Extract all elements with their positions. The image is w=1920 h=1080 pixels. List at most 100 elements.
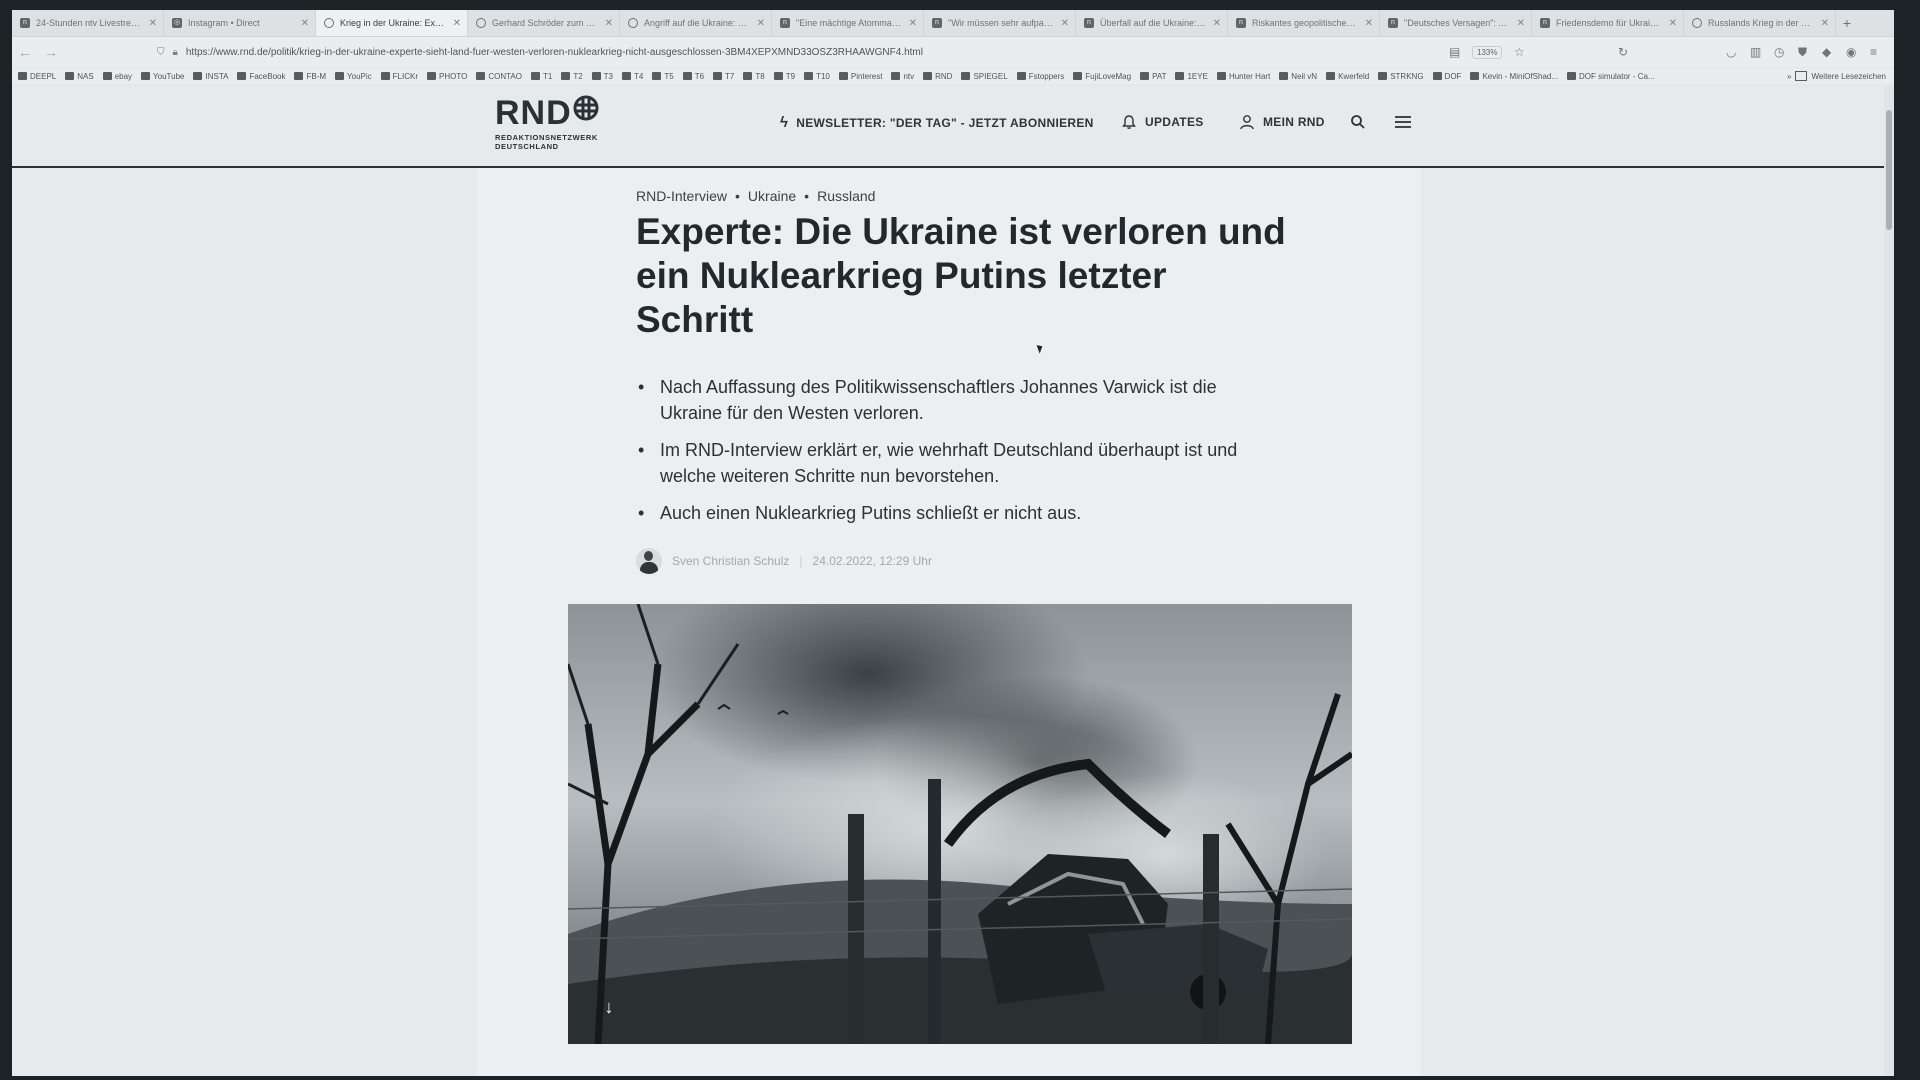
bookmark-photo[interactable]: PHOTO bbox=[427, 72, 467, 81]
tab-geopolitisch[interactable]: n Riskantes geopolitisches Sp ✕ bbox=[1228, 10, 1380, 36]
bookmark-t6[interactable]: T6 bbox=[682, 72, 704, 81]
rnd-logo[interactable]: RND REDAKTIONSNETZWERK DEUTSCHLAND bbox=[495, 94, 599, 151]
tab-ntv-livestream[interactable]: n 24-Stunden ntv Livestream ✕ bbox=[12, 10, 164, 36]
article-hero-image[interactable]: ↓ bbox=[568, 604, 1352, 1044]
history-icon[interactable]: ◷ bbox=[1774, 45, 1784, 59]
bookmark-facebook[interactable]: FaceBook bbox=[237, 72, 285, 81]
bookmark-fb-m[interactable]: FB-M bbox=[294, 72, 326, 81]
bookmark-icon bbox=[102, 72, 112, 80]
reload-icon[interactable]: ↻ bbox=[1618, 45, 1628, 59]
extension-shield-icon[interactable]: ⛊ bbox=[1798, 45, 1807, 60]
page-scrollbar[interactable] bbox=[1884, 86, 1894, 1076]
tab-atommacht[interactable]: n "Eine mächtige Atommacht" ✕ bbox=[772, 10, 924, 36]
pocket-icon[interactable]: ◡ bbox=[1726, 45, 1736, 59]
more-bookmarks-button[interactable]: » Weitere Lesezeichen bbox=[1780, 68, 1886, 84]
close-icon[interactable]: ✕ bbox=[605, 18, 613, 29]
lock-icon[interactable]: 🔒︎ bbox=[173, 47, 178, 58]
close-icon[interactable]: ✕ bbox=[1365, 18, 1373, 29]
bookmark-ebay[interactable]: ebay bbox=[102, 72, 132, 81]
tab-krieg-ukraine-experte[interactable]: Krieg in der Ukraine: Experte ✕ bbox=[316, 10, 468, 36]
forward-arrow-icon[interactable]: → bbox=[38, 44, 64, 60]
close-icon[interactable]: ✕ bbox=[1061, 18, 1069, 29]
bookmark-strkng[interactable]: STRKNG bbox=[1378, 72, 1424, 81]
user-icon bbox=[1240, 115, 1254, 130]
updates-link[interactable]: UPDATES bbox=[1121, 114, 1204, 130]
breadcrumb-ukraine[interactable]: Ukraine bbox=[748, 188, 796, 204]
bookmark-kwerfeld[interactable]: Kwerfeld bbox=[1326, 72, 1369, 81]
search-button[interactable] bbox=[1350, 114, 1366, 130]
scrollbar-thumb[interactable] bbox=[1886, 110, 1892, 230]
close-icon[interactable]: ✕ bbox=[149, 18, 157, 29]
bookmark-t10[interactable]: T10 bbox=[804, 72, 830, 81]
tab-angriff-ukraine[interactable]: Angriff auf die Ukraine: erste ✕ bbox=[620, 10, 772, 36]
bookmark-neil-vn[interactable]: Neil vN bbox=[1279, 72, 1317, 81]
bookmark-1eye[interactable]: 1EYE bbox=[1175, 72, 1208, 81]
extension-icon[interactable]: ◆ bbox=[1822, 45, 1831, 59]
breadcrumb-rnd-interview[interactable]: RND-Interview bbox=[636, 188, 727, 204]
tab-aufpassen[interactable]: n "Wir müssen sehr aufpassen" ✕ bbox=[924, 10, 1076, 36]
bell-icon bbox=[1122, 115, 1136, 129]
reader-view-icon[interactable]: ▤ bbox=[1449, 45, 1460, 59]
close-icon[interactable]: ✕ bbox=[301, 18, 309, 29]
bookmark-t5[interactable]: T5 bbox=[652, 72, 674, 81]
url-bar[interactable]: ⛉ 🔒︎ https://www.rnd.de/politik/krieg-in… bbox=[157, 42, 1487, 62]
logo-text: RND bbox=[495, 94, 572, 132]
bookmark-t1[interactable]: T1 bbox=[530, 72, 552, 81]
bookmark-rnd[interactable]: RND bbox=[923, 72, 952, 81]
author-avatar[interactable] bbox=[636, 548, 662, 574]
close-icon[interactable]: ✕ bbox=[1821, 18, 1829, 29]
back-arrow-icon[interactable]: ← bbox=[12, 44, 38, 60]
bookmark-fujilovemag[interactable]: FujiLoveMag bbox=[1073, 72, 1131, 81]
bookmark-pat[interactable]: PAT bbox=[1140, 72, 1166, 81]
bookmark-icon bbox=[476, 72, 486, 80]
newsletter-link[interactable]: ϟ NEWSLETTER: "DER TAG" - JETZT ABONNIER… bbox=[780, 114, 1094, 131]
mein-rnd-link[interactable]: MEIN RND bbox=[1239, 114, 1325, 130]
menu-button[interactable] bbox=[1394, 114, 1412, 130]
bookmark-t7[interactable]: T7 bbox=[713, 72, 734, 81]
close-icon[interactable]: ✕ bbox=[1213, 18, 1221, 29]
bookmark-pinterest[interactable]: Pinterest bbox=[838, 72, 882, 81]
account-icon[interactable]: ◉ bbox=[1846, 45, 1856, 59]
bookmark-deepl[interactable]: DEEPL bbox=[18, 72, 56, 81]
bookmark-youtube[interactable]: YouTube bbox=[141, 72, 184, 81]
bookmark-t4[interactable]: T4 bbox=[622, 72, 643, 81]
bookmark-flickr[interactable]: FLICKr bbox=[380, 72, 418, 81]
close-icon[interactable]: ✕ bbox=[757, 18, 765, 29]
tab-russlands-krieg[interactable]: Russlands Krieg in der Ukrai ✕ bbox=[1684, 10, 1836, 36]
sidebar-icon[interactable]: ▥ bbox=[1750, 45, 1761, 59]
bookmark-kevin[interactable]: Kevin - MiniOfShad... bbox=[1470, 72, 1558, 81]
author-name[interactable]: Sven Christian Schulz bbox=[672, 554, 789, 568]
logo-subtitle-2: DEUTSCHLAND bbox=[495, 142, 559, 151]
bookmark-dof-simulator[interactable]: DOF simulator - Ca... bbox=[1567, 72, 1655, 81]
close-icon[interactable]: ✕ bbox=[1517, 18, 1525, 29]
bookmark-nas[interactable]: NAS bbox=[65, 72, 94, 81]
close-icon[interactable]: ✕ bbox=[453, 18, 461, 29]
tab-ueberfall[interactable]: n Überfall auf die Ukraine: Jet ✕ bbox=[1076, 10, 1228, 36]
new-tab-button[interactable]: + bbox=[1836, 10, 1858, 36]
zoom-level-badge[interactable]: 133% bbox=[1472, 46, 1503, 59]
shield-icon[interactable]: ⛉ bbox=[157, 47, 165, 58]
close-icon[interactable]: ✕ bbox=[909, 18, 917, 29]
scroll-down-arrow-icon[interactable]: ↓ bbox=[598, 996, 620, 1018]
bookmark-t3[interactable]: T3 bbox=[591, 72, 613, 81]
bookmark-fstoppers[interactable]: Fstoppers bbox=[1016, 72, 1064, 81]
tab-schroeder[interactable]: Gerhard Schröder zum Russ... ✕ bbox=[468, 10, 620, 36]
bookmark-dof[interactable]: DOF bbox=[1432, 72, 1461, 81]
menu-icon[interactable]: ≡ bbox=[1870, 45, 1877, 59]
bookmark-hunter-hart[interactable]: Hunter Hart bbox=[1216, 72, 1270, 81]
bookmark-insta[interactable]: INSTA bbox=[193, 72, 228, 81]
bookmark-spiegel[interactable]: SPIEGEL bbox=[961, 72, 1008, 81]
bookmark-contao[interactable]: CONTAO bbox=[476, 72, 522, 81]
bookmark-t2[interactable]: T2 bbox=[561, 72, 583, 81]
bookmark-ntv[interactable]: ntv bbox=[891, 72, 914, 81]
bookmark-youpic[interactable]: YouPic bbox=[335, 72, 372, 81]
bookmark-star-icon[interactable]: ☆ bbox=[1514, 45, 1525, 59]
tab-instagram[interactable]: ◎ Instagram • Direct ✕ bbox=[164, 10, 316, 36]
bookmark-t8[interactable]: T8 bbox=[743, 72, 765, 81]
close-icon[interactable]: ✕ bbox=[1669, 18, 1677, 29]
tab-friedensdemo[interactable]: n Friedensdemo für Ukraine ge ✕ bbox=[1532, 10, 1684, 36]
breadcrumb-russland[interactable]: Russland bbox=[817, 188, 875, 204]
bookmark-t9[interactable]: T9 bbox=[773, 72, 795, 81]
tab-versagen[interactable]: n "Deutsches Versagen": Aktl ✕ bbox=[1380, 10, 1532, 36]
bookmark-icon bbox=[622, 72, 631, 80]
